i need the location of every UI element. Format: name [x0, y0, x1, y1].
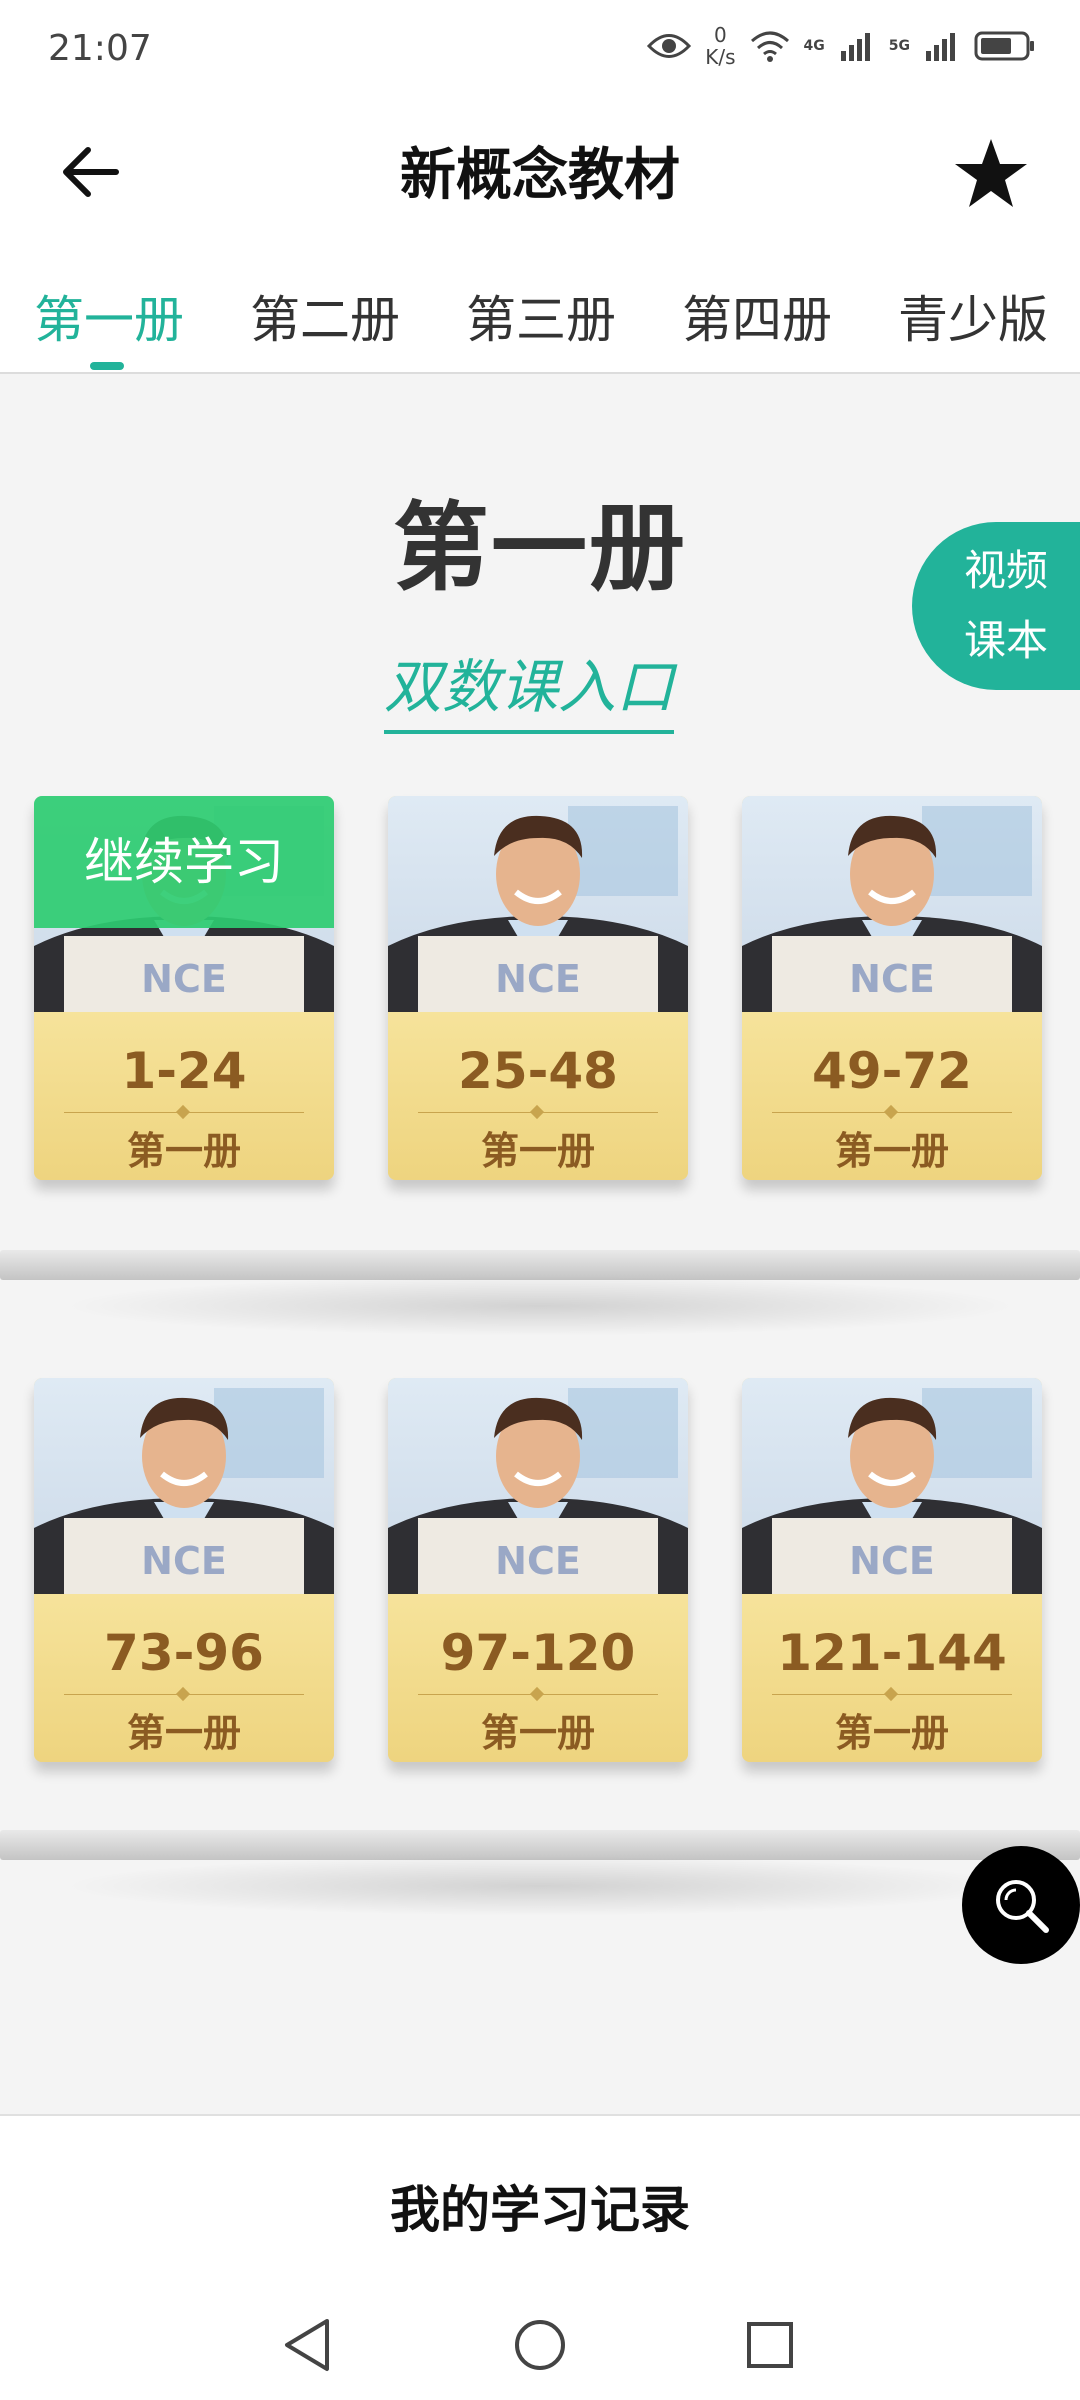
video-button-line1: 视频	[963, 546, 1048, 595]
nav-back-button[interactable]	[272, 2310, 342, 2380]
nce-cover-text: NCE	[849, 1539, 935, 1583]
book-cover-image: NCE	[388, 796, 688, 1012]
nav-home-button[interactable]	[505, 2310, 575, 2380]
double-lesson-link[interactable]: 双数课入口	[384, 640, 675, 734]
lesson-range: 49-72	[812, 1042, 972, 1100]
shelf-shadow	[60, 1856, 1020, 1916]
continue-learning-badge[interactable]: 继续学习	[34, 796, 334, 928]
video-textbook-button[interactable]: 视频 课本	[912, 522, 1080, 690]
book-label: 97-120 第一册	[388, 1594, 688, 1762]
nce-cover-text: NCE	[141, 957, 227, 1001]
video-button-line2: 课本	[963, 616, 1048, 665]
signal-icon	[840, 33, 870, 61]
tab-volume-3[interactable]: 第三册	[466, 280, 616, 352]
nce-cover-text: NCE	[141, 1539, 227, 1583]
book-card[interactable]: NCE 97-120 第一册	[388, 1378, 688, 1762]
tab-youth-edition[interactable]: 青少版	[898, 280, 1048, 352]
signal-icon	[926, 33, 955, 61]
book-volume: 第一册	[126, 1129, 241, 1173]
book-volume: 第一册	[126, 1711, 241, 1755]
diamond-ornament-icon	[883, 1104, 899, 1120]
nav-recents-button[interactable]	[735, 2310, 805, 2380]
book-card[interactable]: NCE 121-144 第一册	[742, 1378, 1042, 1762]
lesson-range: 73-96	[104, 1624, 264, 1682]
app-bar: 新概念教材	[0, 100, 1080, 240]
network-speed: 0 K/s	[705, 24, 735, 68]
book-label: 121-144 第一册	[742, 1594, 1042, 1762]
status-time: 21:07	[48, 28, 152, 69]
lesson-range: 97-120	[440, 1624, 636, 1682]
volume-tabs: 第一册 第二册 第三册 第四册 青少版	[0, 240, 1080, 374]
nce-cover-text: NCE	[495, 957, 581, 1001]
tab-indicator	[90, 362, 124, 370]
diamond-ornament-icon	[175, 1686, 191, 1702]
system-nav-bar	[0, 2282, 1080, 2400]
book-label: 73-96 第一册	[34, 1594, 334, 1762]
diamond-ornament-icon	[529, 1104, 545, 1120]
study-record-button[interactable]: 我的学习记录	[0, 2170, 1080, 2242]
tab-volume-2[interactable]: 第二册	[250, 280, 400, 352]
speed-value: 0	[714, 23, 727, 47]
book-volume: 第一册	[480, 1129, 595, 1173]
book-volume: 第一册	[480, 1711, 595, 1755]
wifi-icon	[750, 31, 789, 62]
study-record-bar: 我的学习记录	[0, 2114, 1080, 2284]
book-volume: 第一册	[834, 1129, 949, 1173]
eye-icon	[647, 34, 692, 58]
network-type-2: 5G	[888, 38, 910, 54]
book-label: 25-48 第一册	[388, 1012, 688, 1180]
shelf-shadow	[60, 1276, 1020, 1336]
book-card[interactable]: NCE 73-96 第一册	[34, 1378, 334, 1762]
book-volume: 第一册	[834, 1711, 949, 1755]
diamond-ornament-icon	[883, 1686, 899, 1702]
page-title: 新概念教材	[400, 143, 680, 208]
book-cover-image: NCE	[388, 1378, 688, 1594]
recents-square-icon	[747, 2322, 793, 2368]
nce-cover-text: NCE	[849, 957, 935, 1001]
lesson-range: 121-144	[777, 1624, 1007, 1682]
home-circle-icon	[515, 2320, 565, 2370]
tab-volume-4[interactable]: 第四册	[682, 280, 832, 352]
nce-cover-text: NCE	[495, 1539, 581, 1583]
book-card[interactable]: NCE 1-24 第一册 继续学习	[34, 796, 334, 1180]
book-card[interactable]: NCE 25-48 第一册	[388, 796, 688, 1180]
book-cover-image: NCE	[34, 1378, 334, 1594]
battery-icon	[974, 31, 1034, 61]
favorite-button[interactable]	[946, 128, 1036, 218]
diamond-ornament-icon	[175, 1104, 191, 1120]
book-label: 49-72 第一册	[742, 1012, 1042, 1180]
back-triangle-icon	[285, 2319, 329, 2371]
book-card[interactable]: NCE 49-72 第一册	[742, 796, 1042, 1180]
book-label: 1-24 第一册	[34, 1012, 334, 1180]
lesson-range: 25-48	[458, 1042, 618, 1100]
status-bar: 21:07 0 K/s 4G 5G	[0, 0, 1080, 100]
status-icons: 0 K/s 4G 5G	[647, 24, 1036, 68]
tab-volume-1[interactable]: 第一册	[34, 280, 184, 352]
book-cover-image: NCE	[742, 1378, 1042, 1594]
diamond-ornament-icon	[529, 1686, 545, 1702]
speed-unit: K/s	[705, 45, 736, 69]
book-cover-image: NCE	[742, 796, 1042, 1012]
network-type-1: 4G	[803, 38, 825, 54]
search-button[interactable]	[962, 1846, 1080, 1964]
search-icon	[996, 1880, 1049, 1933]
lesson-range: 1-24	[121, 1042, 247, 1100]
star-icon	[955, 139, 1027, 207]
